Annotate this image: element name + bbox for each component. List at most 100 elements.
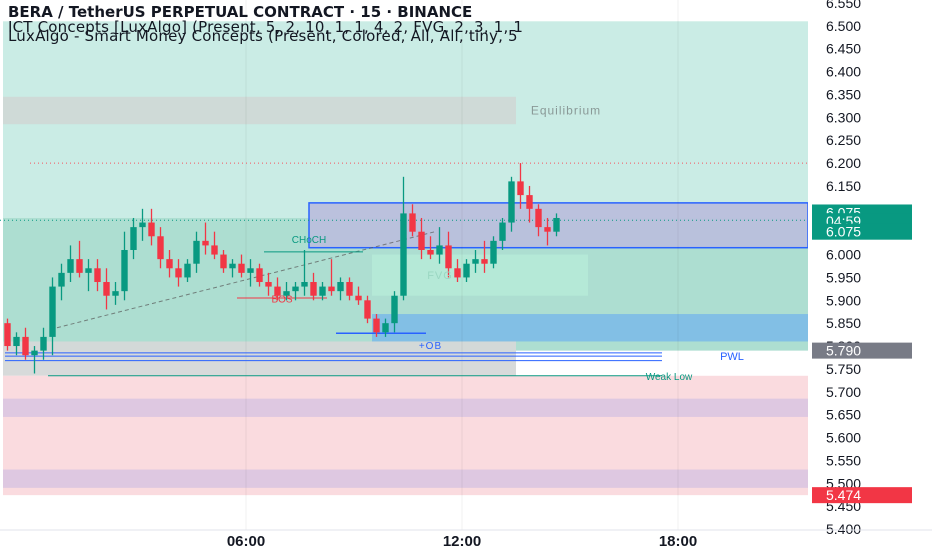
candle <box>193 240 200 264</box>
candle <box>67 259 74 273</box>
candle <box>382 323 389 333</box>
candle <box>553 217 560 232</box>
candle <box>85 268 92 273</box>
candle <box>499 222 506 241</box>
candle <box>337 282 344 292</box>
price-tick-label: 6.400 <box>826 64 861 80</box>
price-tick-label: 6.000 <box>826 247 861 263</box>
candle <box>355 295 362 301</box>
price-tag-label: 5.790 <box>826 343 861 359</box>
chart-area[interactable]: CHoCH BOS PWL Weak Low Equilibrium FVG +OB 6.55… <box>0 0 932 550</box>
candle <box>229 263 236 269</box>
price-tick-label: 5.700 <box>826 384 861 400</box>
candle <box>436 245 443 255</box>
purple-band-1 <box>3 398 808 417</box>
candle <box>121 249 128 292</box>
candle <box>265 282 272 287</box>
candle <box>517 181 524 196</box>
price-tick-label: 5.900 <box>826 292 861 308</box>
candle <box>238 263 245 273</box>
candle <box>508 181 515 223</box>
candle <box>4 323 11 347</box>
candle <box>535 208 542 228</box>
time-tick-label: 18:00 <box>659 533 697 550</box>
candle <box>103 282 110 296</box>
purple-band-2 <box>3 469 808 488</box>
candle <box>328 286 335 292</box>
zone-label-fvg-zone: FVG <box>427 270 453 282</box>
candle <box>49 286 56 337</box>
price-tick-label: 5.550 <box>826 452 861 468</box>
candle <box>76 259 83 273</box>
candle <box>94 268 101 283</box>
price-tick-label: 5.950 <box>826 269 861 285</box>
candle <box>256 268 263 283</box>
candle <box>301 282 308 287</box>
candle <box>463 263 470 278</box>
candle <box>391 295 398 324</box>
candle <box>58 272 65 287</box>
time-tick-label: 12:00 <box>443 533 481 550</box>
candle <box>31 350 38 356</box>
candle <box>472 259 479 264</box>
price-tick-label: 6.250 <box>826 132 861 148</box>
candle <box>211 245 218 255</box>
price-tick-label: 6.150 <box>826 178 861 194</box>
price-chart[interactable]: CHoCH BOS PWL Weak Low Equilibrium FVG +OB 6.55… <box>0 0 932 550</box>
label-choch: CHoCH <box>292 235 326 246</box>
candle <box>184 263 191 278</box>
candle <box>40 336 47 351</box>
candle <box>130 227 137 250</box>
price-tag-label: 6.075 <box>826 224 861 240</box>
zone-label-bullish-ob: +OB <box>419 341 442 352</box>
price-tick-label: 6.300 <box>826 109 861 125</box>
candle <box>490 240 497 264</box>
candle <box>526 195 533 209</box>
candle <box>427 249 434 255</box>
candle <box>373 318 380 333</box>
candle <box>454 268 461 278</box>
candle <box>166 259 173 269</box>
candle <box>13 336 20 347</box>
label-weak-low: Weak Low <box>646 372 693 383</box>
zone-label-equilibrium-zone: Equilibrium <box>531 103 601 117</box>
label-bos: BOS <box>271 295 292 306</box>
candle <box>139 222 146 228</box>
candle <box>544 227 551 232</box>
chart-legend-line2: LuxAlgo - Smart Money Concepts (Present,… <box>0 12 810 46</box>
bullish-ob <box>372 314 808 342</box>
candle <box>409 213 416 232</box>
candle <box>157 236 164 260</box>
price-tick-label: 6.200 <box>826 155 861 171</box>
price-tick-label: 6.450 <box>826 41 861 57</box>
price-tick-label: 6.500 <box>826 18 861 34</box>
candle <box>202 240 209 246</box>
candle <box>148 222 155 237</box>
candle <box>175 268 182 278</box>
candle <box>319 286 326 296</box>
candle <box>310 282 317 296</box>
label-pwl: PWL <box>720 351 744 363</box>
price-tick-label: 5.600 <box>826 430 861 446</box>
indicator-smart-money-concepts[interactable]: LuxAlgo - Smart Money Concepts (Present,… <box>8 27 518 45</box>
equilibrium-zone <box>3 96 516 125</box>
time-tick-label: 06:00 <box>227 533 265 550</box>
candle <box>346 282 353 296</box>
price-tick-label: 5.650 <box>826 407 861 423</box>
price-tick-label: 6.550 <box>826 0 861 11</box>
price-tag-label: 5.474 <box>826 487 861 503</box>
candle <box>418 231 425 250</box>
candle <box>220 254 227 269</box>
candle <box>292 286 299 292</box>
candle <box>247 268 254 273</box>
candle <box>400 213 407 296</box>
price-tick-label: 5.400 <box>826 521 861 537</box>
price-tick-label: 6.350 <box>826 86 861 102</box>
candle <box>481 259 488 264</box>
candle <box>22 336 29 356</box>
candle <box>112 291 119 296</box>
price-tick-label: 5.750 <box>826 361 861 377</box>
candle <box>364 300 371 319</box>
price-tick-label: 5.850 <box>826 315 861 331</box>
candle <box>445 245 452 269</box>
